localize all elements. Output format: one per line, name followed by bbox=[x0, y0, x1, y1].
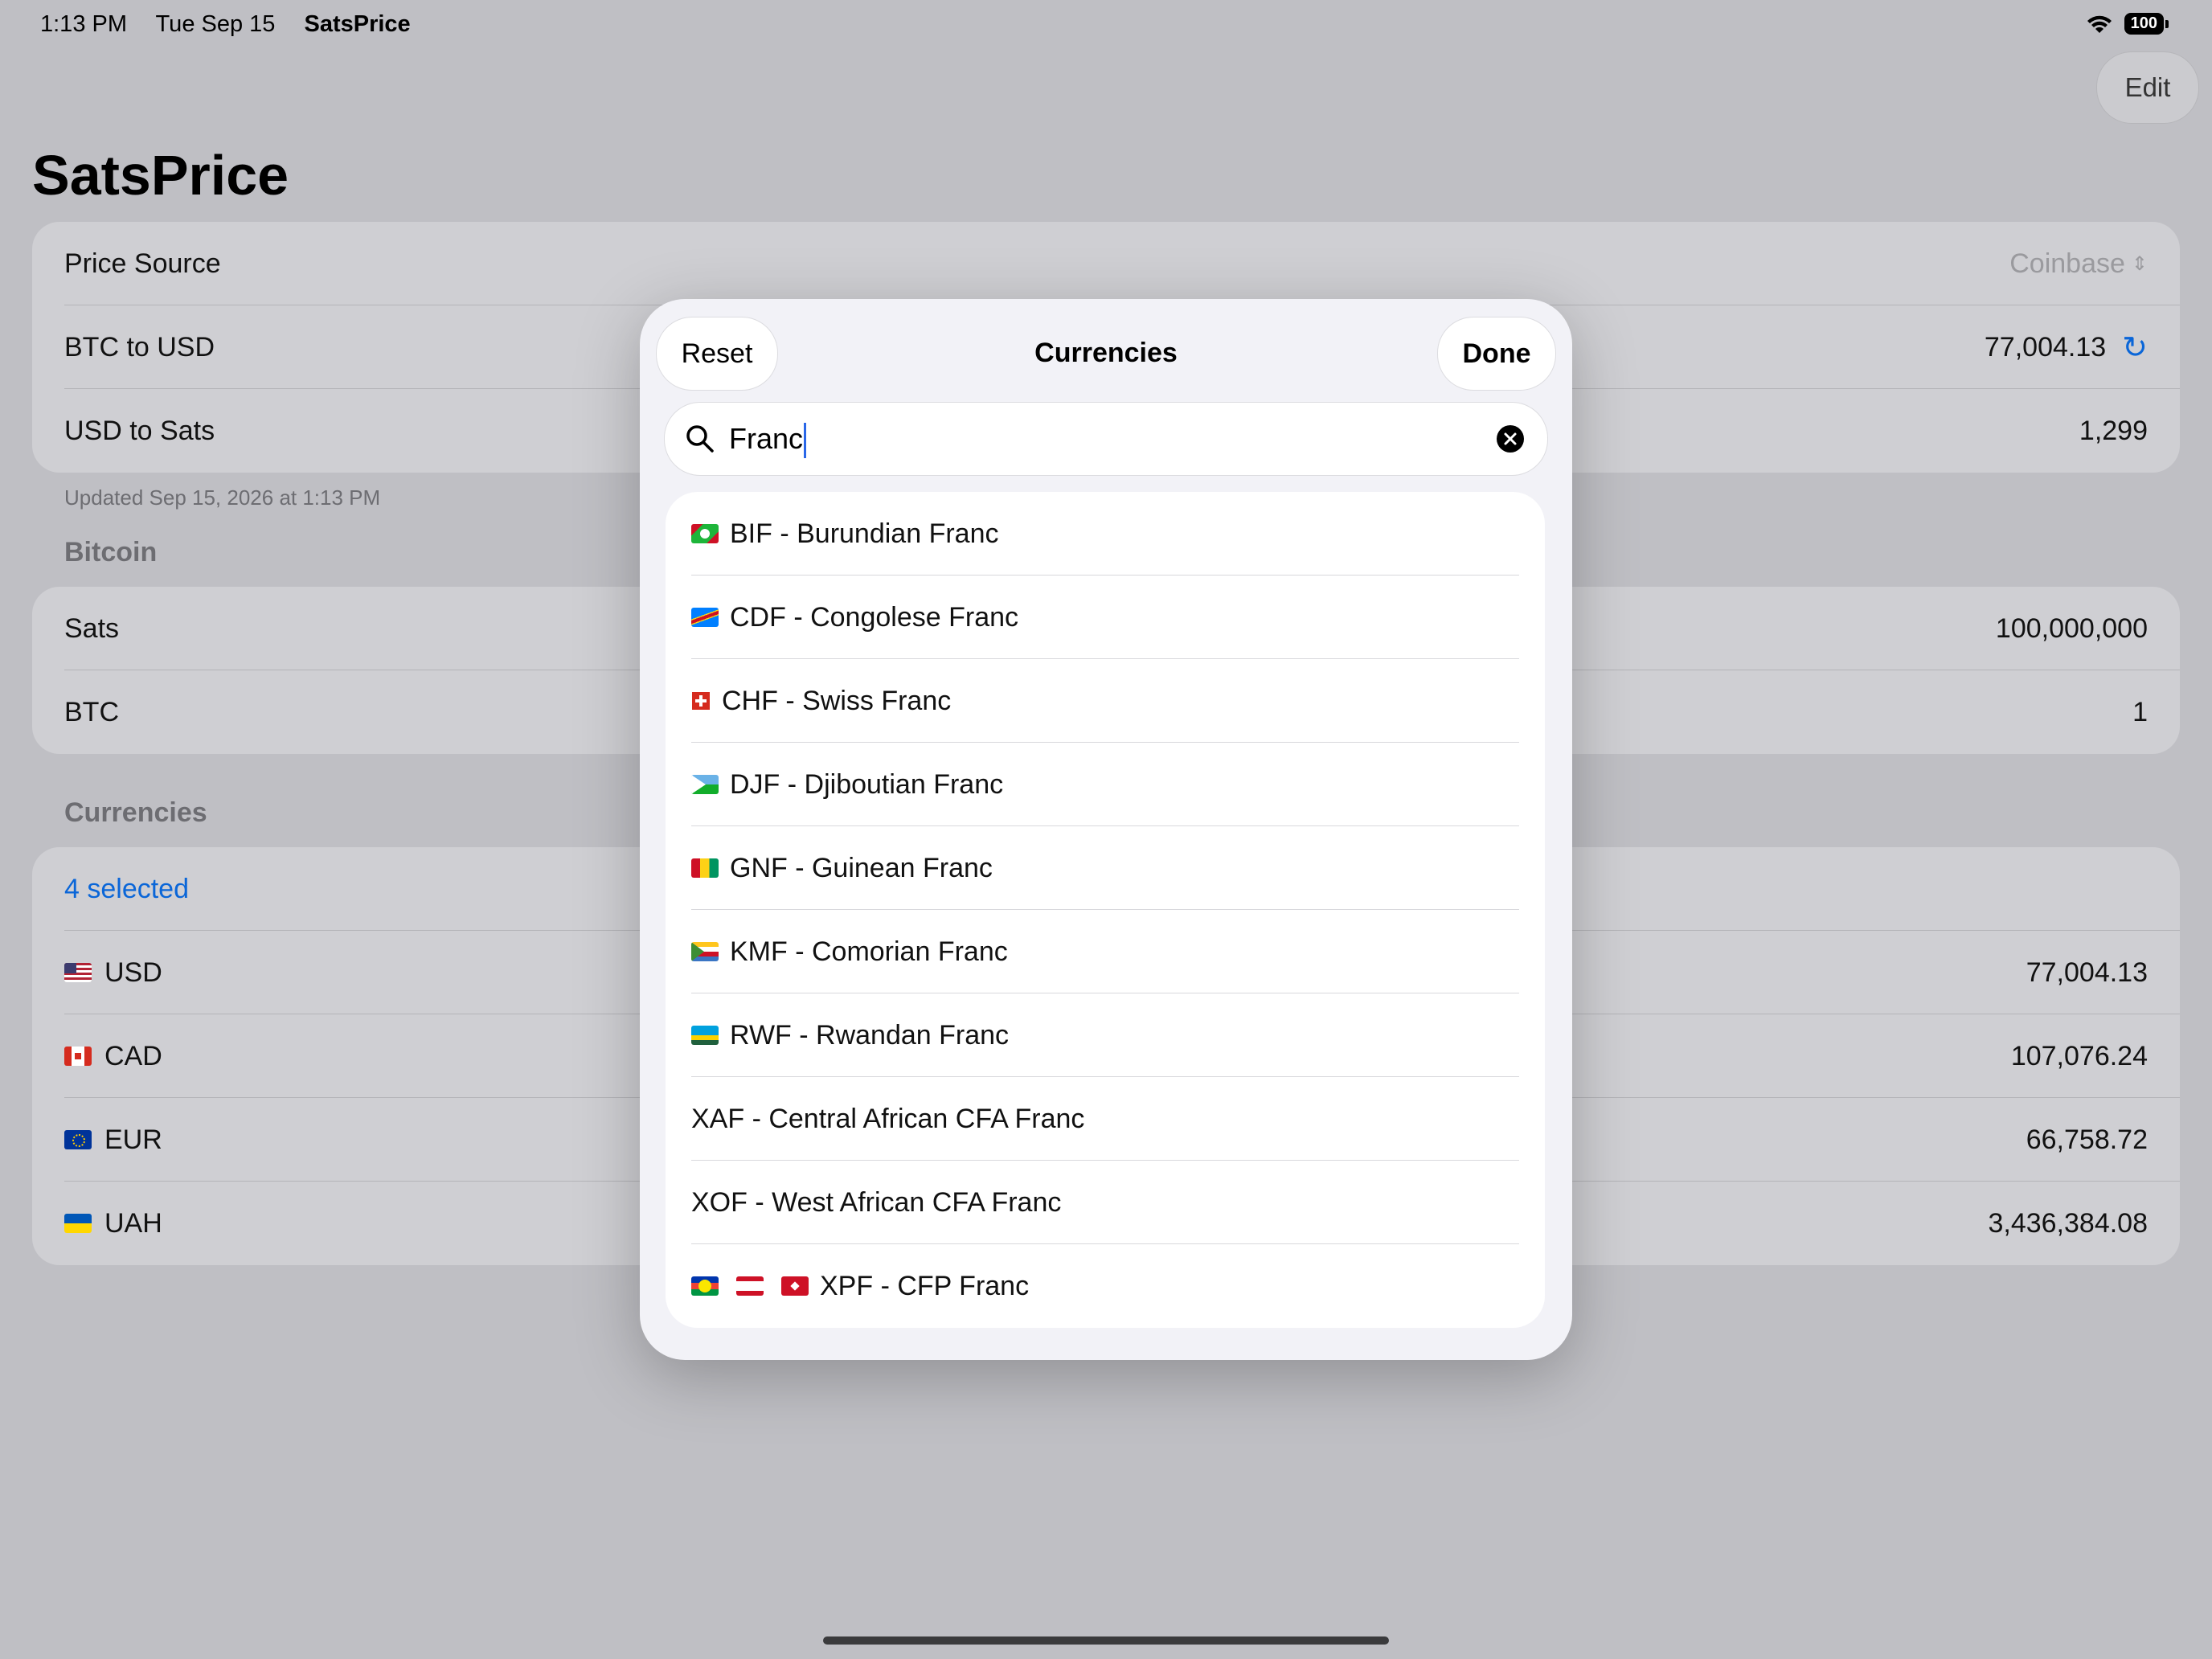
status-date: Tue Sep 15 bbox=[155, 11, 276, 37]
list-item[interactable]: RWF - Rwandan Franc bbox=[691, 993, 1519, 1077]
currency-value: 66,758.72 bbox=[2026, 1124, 2148, 1155]
currency-name: CDF - Congolese Franc bbox=[730, 601, 1019, 633]
price-source-value: Coinbase bbox=[2009, 248, 2125, 279]
bitcoin-section-header: Bitcoin bbox=[64, 537, 158, 567]
btc-value: 1 bbox=[2132, 696, 2148, 727]
wifi-icon bbox=[2087, 15, 2112, 33]
list-item[interactable]: DJF - Djiboutian Franc bbox=[691, 743, 1519, 826]
currency-code: USD bbox=[104, 956, 162, 988]
currency-results-list: BIF - Burundian Franc CDF - Congolese Fr… bbox=[666, 492, 1545, 1328]
rwanda-flag-icon bbox=[691, 1026, 719, 1045]
currencies-modal: Reset Currencies Done Franc BIF - Burund… bbox=[640, 299, 1572, 1360]
price-source-label: Price Source bbox=[64, 248, 221, 279]
chevron-updown-icon: ⇕ bbox=[2131, 252, 2148, 275]
done-button[interactable]: Done bbox=[1437, 317, 1556, 391]
currency-value: 3,436,384.08 bbox=[1988, 1207, 2148, 1239]
page-title: SatsPrice bbox=[32, 144, 289, 207]
text-cursor bbox=[804, 423, 807, 459]
battery-icon: 100 bbox=[2124, 13, 2169, 35]
btc-usd-value: 77,004.13 bbox=[1984, 331, 2107, 363]
search-field[interactable]: Franc bbox=[664, 402, 1548, 476]
sats-value: 100,000,000 bbox=[1995, 612, 2148, 644]
ukraine-flag-icon bbox=[64, 1214, 92, 1233]
updated-footer: Updated Sep 15, 2026 at 1:13 PM bbox=[64, 485, 381, 510]
us-flag-icon bbox=[64, 963, 92, 982]
djibouti-flag-icon bbox=[691, 775, 719, 794]
currency-code: EUR bbox=[104, 1124, 162, 1155]
currency-name: XPF - CFP Franc bbox=[820, 1270, 1030, 1301]
search-icon bbox=[686, 425, 714, 453]
eu-flag-icon bbox=[64, 1130, 92, 1149]
search-input[interactable]: Franc bbox=[729, 403, 807, 475]
list-item[interactable]: KMF - Comorian Franc bbox=[691, 910, 1519, 993]
comoros-flag-icon bbox=[691, 942, 719, 961]
status-app-name: SatsPrice bbox=[304, 11, 411, 37]
currency-code: UAH bbox=[104, 1207, 162, 1239]
currency-name: XOF - West African CFA Franc bbox=[691, 1186, 1062, 1218]
new-caledonia-flag-icon bbox=[691, 1276, 719, 1296]
currencies-section-header: Currencies bbox=[64, 797, 207, 828]
search-value: Franc bbox=[729, 422, 804, 455]
btc-label: BTC bbox=[64, 696, 119, 727]
usd-sats-label: USD to Sats bbox=[64, 415, 215, 446]
currency-name: GNF - Guinean Franc bbox=[730, 852, 993, 883]
currency-name: BIF - Burundian Franc bbox=[730, 518, 999, 549]
currency-name: KMF - Comorian Franc bbox=[730, 936, 1008, 967]
price-source-row[interactable]: Price Source Coinbase ⇕ bbox=[64, 222, 2148, 305]
status-indicators: 100 bbox=[2086, 13, 2169, 35]
currency-value: 77,004.13 bbox=[2026, 956, 2148, 988]
french-polynesia-flag-icon bbox=[736, 1276, 764, 1296]
currency-value: 107,076.24 bbox=[2010, 1040, 2148, 1071]
switzerland-flag-icon bbox=[691, 691, 711, 711]
wallis-futuna-flag-icon bbox=[781, 1276, 809, 1296]
sats-label: Sats bbox=[64, 612, 120, 644]
list-item[interactable]: XAF - Central African CFA Franc bbox=[691, 1077, 1519, 1161]
list-item[interactable]: GNF - Guinean Franc bbox=[691, 826, 1519, 910]
status-time: 1:13 PM bbox=[40, 11, 127, 37]
clear-icon[interactable] bbox=[1496, 424, 1525, 453]
list-item[interactable]: XOF - West African CFA Franc bbox=[691, 1161, 1519, 1244]
currency-name: XAF - Central African CFA Franc bbox=[691, 1103, 1085, 1134]
btc-usd-label: BTC to USD bbox=[64, 331, 215, 363]
selected-count: 4 selected bbox=[64, 873, 189, 904]
refresh-icon[interactable]: ↻ bbox=[2122, 330, 2148, 366]
edit-button[interactable]: Edit bbox=[2096, 51, 2199, 124]
home-indicator[interactable] bbox=[823, 1636, 1389, 1645]
usd-sats-value: 1,299 bbox=[2079, 415, 2148, 446]
list-item[interactable]: CHF - Swiss Franc bbox=[691, 659, 1519, 743]
list-item[interactable]: CDF - Congolese Franc bbox=[691, 576, 1519, 659]
status-bar: 1:13 PM Tue Sep 15 SatsPrice bbox=[40, 11, 433, 38]
currency-code: CAD bbox=[104, 1040, 162, 1071]
burundi-flag-icon bbox=[691, 524, 719, 543]
currency-name: RWF - Rwandan Franc bbox=[730, 1019, 1010, 1051]
currency-name: CHF - Swiss Franc bbox=[722, 685, 952, 716]
drc-flag-icon bbox=[691, 608, 719, 627]
canada-flag-icon bbox=[64, 1047, 92, 1066]
currency-name: DJF - Djiboutian Franc bbox=[730, 768, 1004, 800]
list-item[interactable]: BIF - Burundian Franc bbox=[691, 492, 1519, 576]
list-item[interactable]: XPF - CFP Franc bbox=[691, 1244, 1519, 1328]
modal-title: Currencies bbox=[1034, 338, 1178, 368]
guinea-flag-icon bbox=[691, 858, 719, 878]
